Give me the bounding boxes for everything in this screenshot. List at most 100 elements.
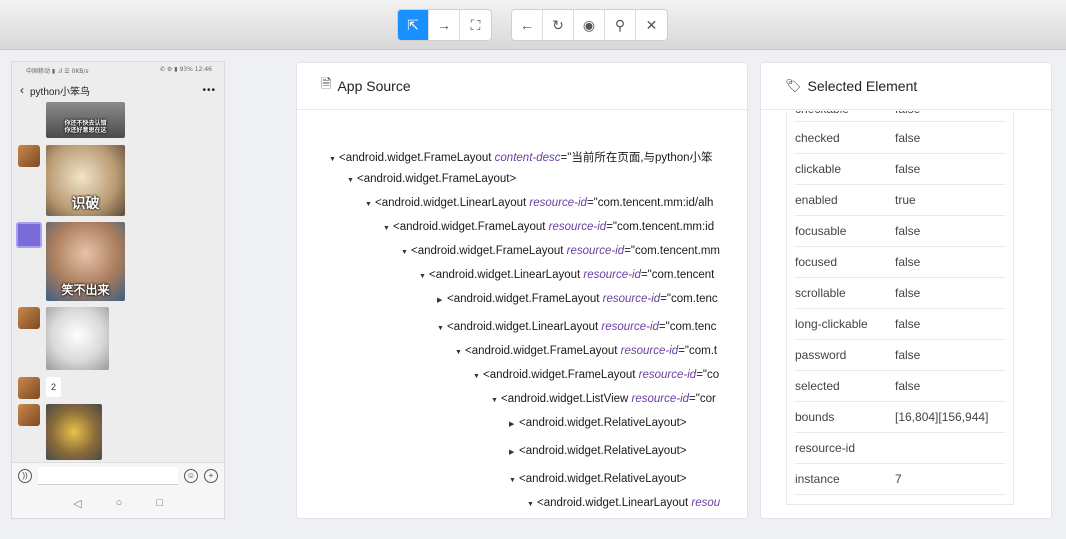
sticker-message-boy[interactable]: 笑不出来 — [46, 222, 125, 301]
sticker-message-cat[interactable]: 识破 — [46, 145, 125, 216]
caret-down-icon[interactable]: ▼ — [401, 249, 411, 256]
caret-down-icon[interactable]: ▼ — [437, 325, 447, 332]
attribute-row: bounds [16,804][156,944] — [795, 402, 1005, 433]
caret-down-icon[interactable]: ▼ — [383, 225, 393, 232]
attribute-row: instance 7 — [795, 464, 1005, 495]
avatar-selected[interactable] — [16, 222, 42, 248]
caret-right-icon[interactable]: ▶ — [509, 448, 519, 456]
sticker-message-cat2[interactable] — [46, 307, 109, 370]
node-tag: <android.widget.FrameLayout — [465, 345, 618, 357]
node-attr-value: ="com.tencent.mm — [624, 245, 720, 257]
select-element-button[interactable]: ⇱ — [398, 10, 429, 40]
node-attr-name: resource-id — [628, 393, 690, 405]
caret-down-icon[interactable]: ▼ — [419, 273, 429, 280]
status-right: ✆ ⚙ ▮ 93% 12:46 — [160, 66, 212, 73]
attribute-value: false — [895, 111, 1005, 116]
tree-node[interactable]: ▶ <android.widget.RelativeLayout> — [509, 445, 687, 457]
attribute-key: instance — [795, 472, 840, 486]
source-tree[interactable]: ▼ <android.widget.FrameLayout content-des… — [297, 111, 733, 518]
message-list[interactable]: 你还不快去认错 你还好意思在这 识破 笑不出来 2 — [12, 102, 224, 464]
tree-node[interactable]: ▼ <android.widget.ListView resource-id="c… — [491, 393, 716, 405]
selected-element-title: Selected Element — [807, 78, 918, 94]
attribute-value: false — [895, 131, 921, 145]
attribute-key: focused — [795, 255, 838, 269]
nav-back-icon[interactable]: ◁ — [73, 497, 81, 510]
device-screenshot[interactable]: 中国移动 ▮ .ıl ☰ 0KB/s ✆ ⚙ ▮ 93% 12:46 ‹ pyt… — [11, 61, 225, 519]
attribute-value: false — [895, 255, 921, 269]
plus-icon[interactable]: + — [204, 468, 218, 483]
tree-node[interactable]: ▼ <android.widget.LinearLayout resou — [527, 497, 720, 509]
attribute-row: selected false — [795, 371, 1005, 402]
attribute-row: focusable false — [795, 216, 1005, 247]
tree-node[interactable]: ▼ <android.widget.RelativeLayout> — [509, 473, 687, 485]
app-source-title: App Source — [337, 78, 411, 94]
tap-coords-button[interactable]: ⛶ — [460, 10, 491, 40]
chat-input[interactable] — [38, 466, 178, 485]
node-tag: <android.widget.LinearLayout — [429, 269, 581, 281]
attribute-key: long-clickable — [795, 317, 868, 331]
more-icon[interactable]: ••• — [202, 85, 216, 96]
search-button[interactable]: ⚲ — [605, 10, 636, 40]
tree-node[interactable]: ▼ <android.widget.FrameLayout resource-id… — [455, 345, 717, 357]
emoji-icon[interactable]: ☺ — [184, 468, 198, 483]
sticker-message-kid[interactable] — [46, 404, 102, 460]
attribute-key: selected — [795, 379, 840, 393]
avatar[interactable] — [18, 145, 40, 167]
chat-back-icon[interactable]: ‹ — [20, 83, 24, 97]
tree-node[interactable]: ▶ <android.widget.RelativeLayout> — [509, 417, 687, 429]
chat-header: ‹ python小笨鸟 ••• — [12, 78, 224, 102]
refresh-button[interactable]: ↻ — [543, 10, 574, 40]
avatar[interactable] — [18, 307, 40, 329]
tree-node[interactable]: ▶ <android.widget.FrameLayout resource-id… — [437, 293, 718, 305]
swipe-button[interactable]: → — [429, 10, 460, 40]
caret-down-icon[interactable]: ▼ — [365, 201, 375, 208]
tree-node[interactable]: ▼ <android.widget.LinearLayout resource-i… — [419, 269, 714, 281]
caret-down-icon[interactable]: ▼ — [455, 349, 465, 356]
tree-node[interactable]: ▼ <android.widget.FrameLayout resource-id… — [401, 245, 720, 257]
avatar[interactable] — [18, 404, 40, 426]
action-button-group: ← ↻ ◉ ⚲ ✕ — [511, 9, 668, 41]
attribute-key: password — [795, 348, 847, 362]
tree-node[interactable]: ▼ <android.widget.FrameLayout> — [347, 173, 516, 185]
caret-right-icon[interactable]: ▶ — [509, 420, 519, 428]
tree-node[interactable]: ▼ <android.widget.LinearLayout resource-i… — [437, 321, 716, 333]
attribute-value: false — [895, 224, 921, 238]
sticker-message-top[interactable]: 你还不快去认错 你还好意思在这 — [46, 102, 125, 138]
node-attr-name: resou — [688, 497, 721, 509]
tree-node[interactable]: ▼ <android.widget.LinearLayout resource-i… — [365, 197, 713, 209]
voice-icon[interactable]: )) — [18, 468, 32, 483]
attribute-key: checked — [795, 131, 840, 145]
caret-down-icon[interactable]: ▼ — [509, 477, 519, 484]
attribute-value: false — [895, 379, 921, 393]
node-attr-name: resource-id — [563, 245, 625, 257]
caret-down-icon[interactable]: ▼ — [329, 156, 339, 163]
node-attr-name: resource-id — [598, 321, 659, 333]
text-message[interactable]: 2 — [46, 377, 62, 397]
node-tag: <android.widget.FrameLayout — [339, 152, 492, 164]
caret-down-icon[interactable]: ▼ — [473, 373, 483, 380]
close-button[interactable]: ✕ — [636, 10, 667, 40]
attributes-table[interactable]: checkablefalsecheckedfalseclickablefalse… — [786, 111, 1014, 505]
nav-home-icon[interactable]: ○ — [116, 497, 123, 509]
tree-node[interactable]: ▼ <android.widget.FrameLayout resource-id… — [473, 369, 719, 381]
node-attr-name: content-desc — [491, 152, 561, 164]
node-tag: <android.widget.FrameLayout — [411, 245, 564, 257]
node-attr-value: ="com.tencent.mm:id — [606, 221, 715, 233]
caret-down-icon[interactable]: ▼ — [347, 177, 357, 184]
node-attr-value: ="com.tenc — [658, 321, 717, 333]
back-button[interactable]: ← — [512, 10, 543, 40]
attribute-row: long-clickable false — [795, 309, 1005, 340]
file-icon: 🗎 — [321, 76, 332, 91]
tree-node[interactable]: ▼ <android.widget.FrameLayout content-des… — [329, 149, 713, 165]
avatar[interactable] — [18, 377, 40, 399]
node-tag: <android.widget.LinearLayout — [537, 497, 689, 509]
caret-down-icon[interactable]: ▼ — [527, 501, 537, 508]
attribute-key: resource-id — [795, 441, 856, 455]
app-source-panel: 🗎 App Source ▼ <android.widget.FrameLayou… — [296, 62, 748, 519]
eye-button[interactable]: ◉ — [574, 10, 605, 40]
caret-down-icon[interactable]: ▼ — [491, 397, 501, 404]
caret-right-icon[interactable]: ▶ — [437, 296, 447, 304]
attribute-row: enabled true — [795, 185, 1005, 216]
tree-node[interactable]: ▼ <android.widget.FrameLayout resource-id… — [383, 221, 714, 233]
nav-recent-icon[interactable]: □ — [156, 497, 163, 509]
